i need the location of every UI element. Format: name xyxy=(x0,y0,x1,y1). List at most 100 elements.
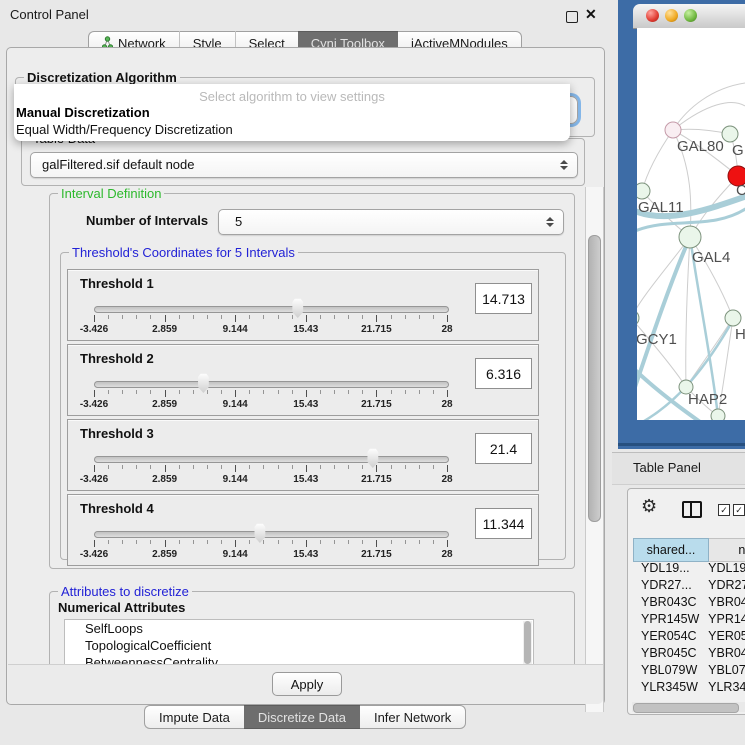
network-node-GAL80[interactable] xyxy=(665,122,681,138)
number-of-intervals-combobox[interactable]: 5 xyxy=(218,209,564,235)
cell-name[interactable]: YBR045C xyxy=(702,646,745,663)
tick-label: 9.144 xyxy=(223,399,248,410)
list-scrollbar[interactable] xyxy=(523,621,532,666)
attribute-list-item[interactable]: TopologicalCoefficient xyxy=(65,637,533,654)
slider-track[interactable] xyxy=(94,381,449,388)
checkbox-icon[interactable]: ✓ xyxy=(718,504,730,516)
cell-shared-name[interactable]: YDL19... xyxy=(633,561,702,578)
network-node-G[interactable] xyxy=(722,126,738,142)
tick-label: 15.43 xyxy=(293,399,318,410)
table-row[interactable]: YLR345WYLR345W xyxy=(633,680,745,691)
tick-label: 9.144 xyxy=(223,324,248,335)
control-panel-title: Control Panel xyxy=(10,7,89,22)
major-tick xyxy=(235,315,236,322)
gear-icon[interactable]: ⚙ xyxy=(641,497,657,515)
cell-shared-name[interactable]: YER054C xyxy=(633,629,702,646)
table-row[interactable]: YBR043CYBR043C xyxy=(633,595,745,612)
cell-shared-name[interactable]: YLR345W xyxy=(633,680,702,691)
column-header-name[interactable]: name xyxy=(709,538,745,562)
screenshot-root: Control Panel ✕ Network Style Select Cyn… xyxy=(0,0,745,745)
tab-impute-data[interactable]: Impute Data xyxy=(144,705,244,729)
split-columns-icon[interactable] xyxy=(682,501,702,518)
minor-tick xyxy=(249,465,250,469)
slider-handle[interactable] xyxy=(252,523,267,543)
network-node-GAL4[interactable] xyxy=(679,226,701,248)
table-row[interactable]: YBR045CYBR045C xyxy=(633,646,745,663)
minor-tick xyxy=(263,390,264,394)
major-tick xyxy=(94,390,95,397)
attribute-list-item[interactable]: SelfLoops xyxy=(65,620,533,637)
minor-tick xyxy=(334,390,335,394)
threshold-value-field[interactable]: 11.344 xyxy=(475,508,532,539)
slider-track[interactable] xyxy=(94,531,449,538)
table-data-combobox[interactable]: galFiltered.sif default node xyxy=(30,152,578,178)
popup-option-manual-discretization[interactable]: Manual Discretization xyxy=(16,105,150,120)
cell-shared-name[interactable]: YBR043C xyxy=(633,595,702,612)
checkbox-icon[interactable]: ✓ xyxy=(733,504,745,516)
tick-label: -3.426 xyxy=(80,474,108,485)
panel-vertical-scrollbar[interactable] xyxy=(585,187,604,712)
major-tick xyxy=(235,465,236,472)
list-scrollbar-thumb[interactable] xyxy=(524,621,531,664)
cell-shared-name[interactable]: YBL079W xyxy=(633,663,702,680)
close-traffic-light[interactable] xyxy=(646,9,659,22)
tick-label: -3.426 xyxy=(80,399,108,410)
minor-tick xyxy=(207,390,208,394)
tick-label: 28 xyxy=(441,549,452,560)
minor-tick xyxy=(108,465,109,469)
minor-tick xyxy=(292,465,293,469)
table-horizontal-scrollbar[interactable] xyxy=(632,702,745,712)
cell-name[interactable]: YBL079W xyxy=(702,663,745,680)
threshold-value-field[interactable]: 14.713 xyxy=(475,283,532,314)
cell-name[interactable]: YDR27... xyxy=(702,578,745,595)
table-row[interactable]: YBL079WYBL079W xyxy=(633,663,745,680)
minor-tick xyxy=(221,540,222,544)
cell-name[interactable]: YBR043C xyxy=(702,595,745,612)
tab-infer-network[interactable]: Infer Network xyxy=(360,705,466,729)
tick-label: 21.715 xyxy=(361,549,392,560)
zoom-traffic-light[interactable] xyxy=(684,9,697,22)
table-row[interactable]: YPR145WYPR145W xyxy=(633,612,745,629)
minor-tick xyxy=(292,540,293,544)
slider-handle[interactable] xyxy=(365,448,380,468)
close-icon[interactable]: ✕ xyxy=(585,6,597,23)
tab-discretize-data[interactable]: Discretize Data xyxy=(244,705,360,729)
minimize-traffic-light[interactable] xyxy=(665,9,678,22)
numerical-attributes-list[interactable]: SelfLoopsTopologicalCoefficientBetweenne… xyxy=(64,619,534,668)
popup-option-equal-width[interactable]: Equal Width/Frequency Discretization xyxy=(16,122,233,137)
cell-shared-name[interactable]: YBR045C xyxy=(633,646,702,663)
table-row[interactable]: YDR27...YDR27... xyxy=(633,578,745,595)
table-row[interactable]: YER054CYER054C xyxy=(633,629,745,646)
table-scrollbar-thumb[interactable] xyxy=(633,703,739,713)
network-node-H[interactable] xyxy=(725,310,741,326)
network-node-label: H xyxy=(735,326,745,343)
network-window-titlebar[interactable] xyxy=(633,4,745,29)
apply-button[interactable]: Apply xyxy=(272,672,342,696)
network-node[interactable] xyxy=(711,409,725,420)
cell-shared-name[interactable]: YDR27... xyxy=(633,578,702,595)
cell-name[interactable]: YER054C xyxy=(702,629,745,646)
network-node-GAL11[interactable] xyxy=(637,183,650,199)
threshold-value-field[interactable]: 21.4 xyxy=(475,433,532,464)
network-edge[interactable] xyxy=(642,130,673,191)
cell-shared-name[interactable]: YPR145W xyxy=(633,612,702,629)
float-window-icon[interactable] xyxy=(566,11,578,23)
network-edge[interactable] xyxy=(673,129,730,134)
apply-band: Apply xyxy=(8,664,603,704)
network-node-GCY1[interactable] xyxy=(637,310,639,326)
slider-track[interactable] xyxy=(94,306,449,313)
table-row[interactable]: YDL19...YDL19... xyxy=(633,561,745,578)
threshold-value-field[interactable]: 6.316 xyxy=(475,358,532,389)
slider-handle[interactable] xyxy=(196,373,211,393)
network-edge[interactable] xyxy=(686,237,690,387)
slider-track[interactable] xyxy=(94,456,449,463)
network-canvas[interactable]: GAL80GCGAL11GAL4GCY1HHAP2 xyxy=(637,28,745,420)
column-header-shared-name[interactable]: shared... xyxy=(633,538,709,562)
cell-name[interactable]: YLR345W xyxy=(702,680,745,691)
cell-name[interactable]: YDL19... xyxy=(702,561,745,578)
network-edge[interactable] xyxy=(673,83,745,130)
network-edge-thick[interactable] xyxy=(637,237,690,393)
cell-name[interactable]: YPR145W xyxy=(702,612,745,629)
panel-scrollbar-thumb[interactable] xyxy=(588,235,601,522)
threshold-panel-4: Threshold 4-3.4262.8599.14415.4321.71528… xyxy=(67,494,539,566)
